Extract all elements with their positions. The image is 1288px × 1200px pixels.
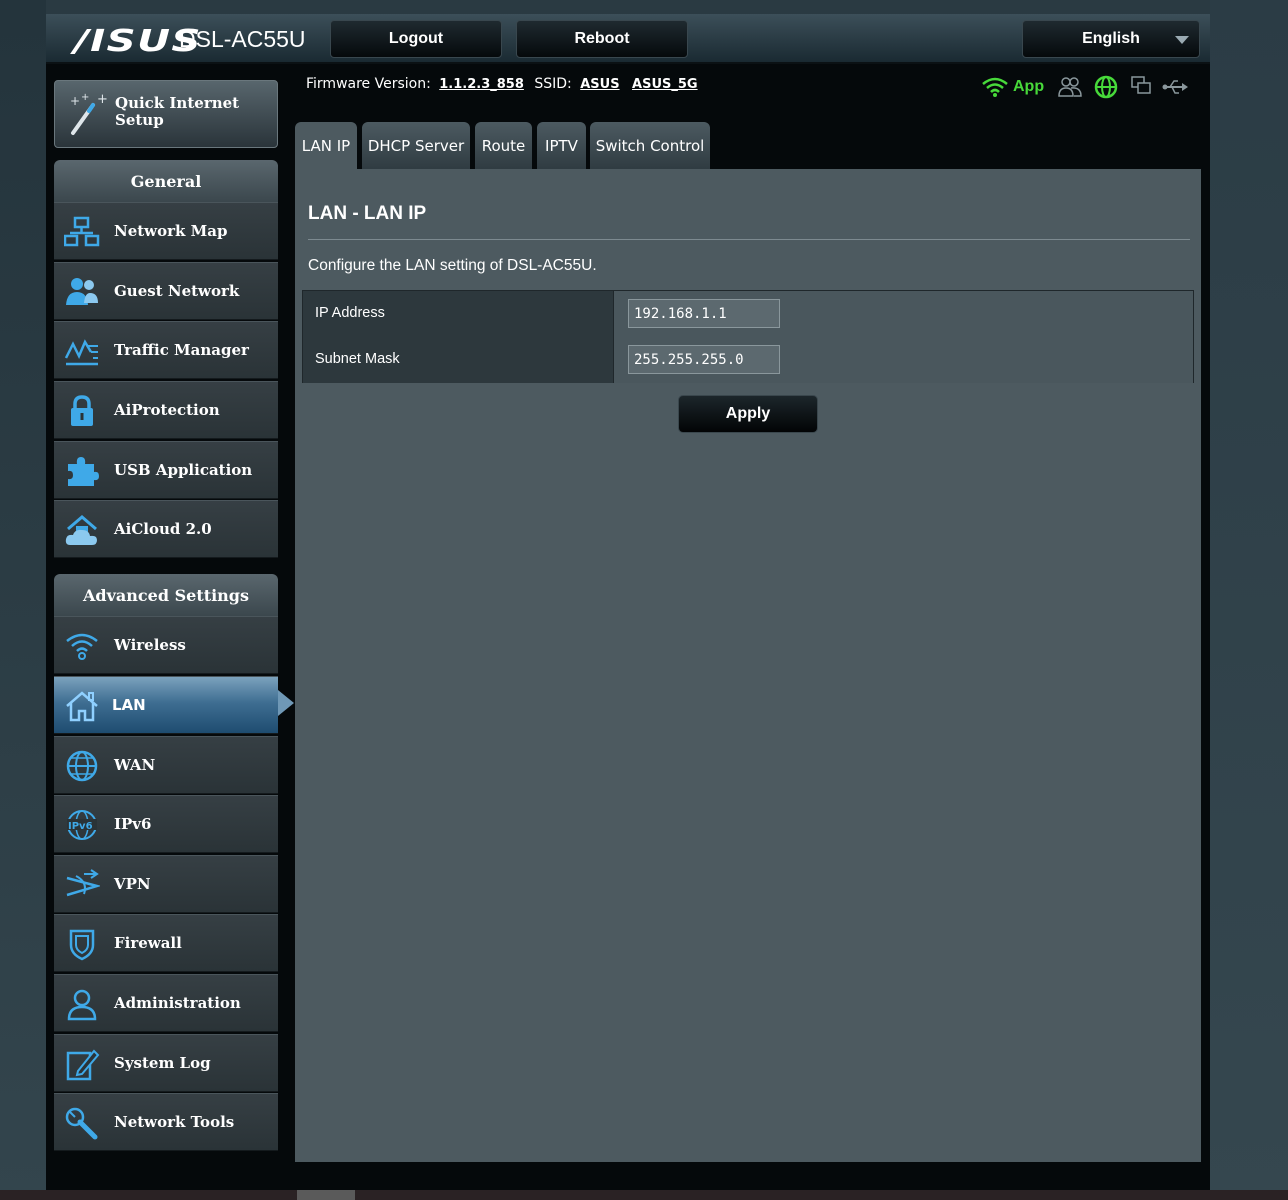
model-name: DSL-AC55U bbox=[179, 26, 306, 52]
advanced-settings-heading: Advanced Settings bbox=[54, 574, 278, 616]
sidebar-item-system-log[interactable]: System Log bbox=[54, 1034, 278, 1092]
ssid-link-5g[interactable]: ASUS_5G bbox=[632, 77, 698, 92]
network-map-icon bbox=[64, 216, 100, 247]
bottom-scrollbar-thumb[interactable] bbox=[297, 1190, 355, 1200]
svg-text:+: + bbox=[97, 92, 107, 107]
tools-icon bbox=[65, 1107, 98, 1140]
sidebar-item-label: Firewall bbox=[114, 934, 182, 952]
general-heading: General bbox=[54, 160, 278, 202]
tab-dhcp-server[interactable]: DHCP Server bbox=[362, 122, 470, 170]
quick-internet-setup-button[interactable]: + + + Quick Internet Setup bbox=[54, 80, 278, 148]
sidebar-item-label: Wireless bbox=[114, 636, 186, 654]
page-title: LAN - LAN IP bbox=[308, 203, 427, 224]
sidebar-item-wan[interactable]: WAN bbox=[54, 736, 278, 794]
guest-network-icon bbox=[66, 278, 98, 305]
usb-icon[interactable] bbox=[1162, 78, 1190, 96]
lan-ip-form-table: IP Address Subnet Mask bbox=[302, 290, 1194, 383]
tab-iptv[interactable]: IPTV bbox=[537, 122, 586, 170]
sidebar-item-lan[interactable]: LAN bbox=[54, 676, 278, 734]
language-label: English bbox=[1082, 30, 1140, 47]
sidebar-item-administration[interactable]: Administration bbox=[54, 974, 278, 1032]
sidebar-item-label: USB Application bbox=[114, 461, 253, 479]
status-line: Firmware Version: 1.1.2.3_858 SSID: ASUS… bbox=[306, 76, 698, 92]
sidebar-item-ipv6[interactable]: IPv6 IPv6 bbox=[54, 795, 278, 853]
ssid-label: SSID: bbox=[534, 76, 572, 92]
svg-text:+: + bbox=[81, 92, 89, 103]
router-admin-frame: /ISUS DSL-AC55U Logout Reboot English + … bbox=[46, 14, 1210, 1190]
language-select[interactable]: English bbox=[1022, 20, 1200, 58]
sidebar-item-aiprotection[interactable]: AiProtection bbox=[54, 381, 278, 439]
content-panel: LAN - LAN IP Configure the LAN setting o… bbox=[295, 169, 1201, 1162]
wifi-icon bbox=[66, 633, 98, 660]
puzzle-icon bbox=[68, 457, 99, 486]
ip-address-input[interactable] bbox=[628, 299, 780, 328]
background-right bbox=[1210, 0, 1288, 1200]
svg-text:IPv6: IPv6 bbox=[68, 821, 93, 832]
tab-switch-control[interactable]: Switch Control bbox=[590, 122, 710, 170]
vpn-icon bbox=[66, 869, 100, 897]
shield-icon bbox=[69, 929, 95, 961]
tab-route[interactable]: Route bbox=[475, 122, 532, 170]
user-icon bbox=[67, 989, 97, 1021]
device-status-icon[interactable] bbox=[1130, 75, 1152, 97]
sidebar-item-label: AiCloud 2.0 bbox=[114, 520, 212, 538]
home-icon bbox=[66, 691, 98, 722]
sidebar-item-wireless[interactable]: Wireless bbox=[54, 616, 278, 674]
sidebar-item-label: AiProtection bbox=[114, 401, 220, 419]
sidebar-item-label: LAN bbox=[112, 696, 146, 714]
internet-status-icon[interactable] bbox=[1094, 75, 1118, 99]
sidebar-item-guest-network[interactable]: Guest Network bbox=[54, 262, 278, 320]
ip-address-label: IP Address bbox=[315, 305, 385, 321]
form-row-subnet-mask: Subnet Mask bbox=[303, 337, 1193, 383]
sidebar-item-label: Administration bbox=[114, 994, 241, 1012]
reboot-button[interactable]: Reboot bbox=[516, 20, 688, 58]
firmware-version-link[interactable]: 1.1.2.3_858 bbox=[439, 77, 524, 92]
chevron-down-icon bbox=[1175, 36, 1189, 44]
globe-icon bbox=[66, 750, 98, 782]
form-row-ip-address: IP Address bbox=[303, 291, 1193, 337]
subnet-mask-label: Subnet Mask bbox=[315, 351, 400, 367]
active-item-pointer bbox=[278, 690, 294, 716]
clients-icon[interactable] bbox=[1058, 76, 1082, 98]
tab-lan-ip[interactable]: LAN IP bbox=[295, 122, 357, 170]
background-left bbox=[0, 0, 46, 1200]
sidebar-item-label: Traffic Manager bbox=[114, 341, 249, 359]
magic-wand-icon: + + + bbox=[70, 92, 107, 135]
app-label[interactable]: App bbox=[1013, 78, 1044, 96]
firmware-label: Firmware Version: bbox=[306, 76, 431, 92]
sidebar-item-firewall[interactable]: Firewall bbox=[54, 914, 278, 972]
sidebar-item-network-tools[interactable]: Network Tools bbox=[54, 1093, 278, 1151]
logout-button[interactable]: Logout bbox=[330, 20, 502, 58]
top-header: /ISUS DSL-AC55U Logout Reboot English bbox=[46, 14, 1210, 64]
qis-label-line2: Setup bbox=[115, 111, 164, 129]
sidebar-item-label: Guest Network bbox=[114, 282, 240, 300]
sidebar-item-label: VPN bbox=[114, 875, 151, 893]
apply-button[interactable]: Apply bbox=[678, 395, 818, 433]
sidebar-item-traffic-manager[interactable]: Traffic Manager bbox=[54, 321, 278, 379]
ipv6-icon: IPv6 bbox=[67, 810, 97, 840]
lock-icon bbox=[71, 395, 93, 426]
sidebar-item-label: IPv6 bbox=[114, 815, 152, 833]
sidebar-item-vpn[interactable]: VPN bbox=[54, 855, 278, 913]
traffic-manager-icon bbox=[64, 339, 98, 366]
ssid-link-2g[interactable]: ASUS bbox=[580, 77, 619, 92]
app-wifi-icon[interactable] bbox=[982, 76, 1008, 98]
svg-text:+: + bbox=[70, 94, 80, 108]
qis-label-line1: Quick Internet bbox=[115, 94, 240, 112]
page-description: Configure the LAN setting of DSL-AC55U. bbox=[308, 257, 597, 274]
cloud-home-icon bbox=[65, 515, 97, 545]
sidebar-item-label: WAN bbox=[114, 756, 156, 774]
sidebar-item-network-map[interactable]: Network Map bbox=[54, 202, 278, 260]
sidebar-item-usb-application[interactable]: USB Application bbox=[54, 441, 278, 499]
sidebar-item-aicloud[interactable]: AiCloud 2.0 bbox=[54, 500, 278, 558]
edit-icon bbox=[66, 1049, 100, 1081]
sidebar-item-label: System Log bbox=[114, 1054, 211, 1072]
sidebar-item-label: Network Map bbox=[114, 222, 228, 240]
bottom-scrollbar-track[interactable] bbox=[0, 1190, 1288, 1200]
title-divider bbox=[308, 239, 1190, 240]
sidebar-item-label: Network Tools bbox=[114, 1113, 235, 1131]
status-icons: App bbox=[982, 74, 1192, 100]
subnet-mask-input[interactable] bbox=[628, 345, 780, 374]
